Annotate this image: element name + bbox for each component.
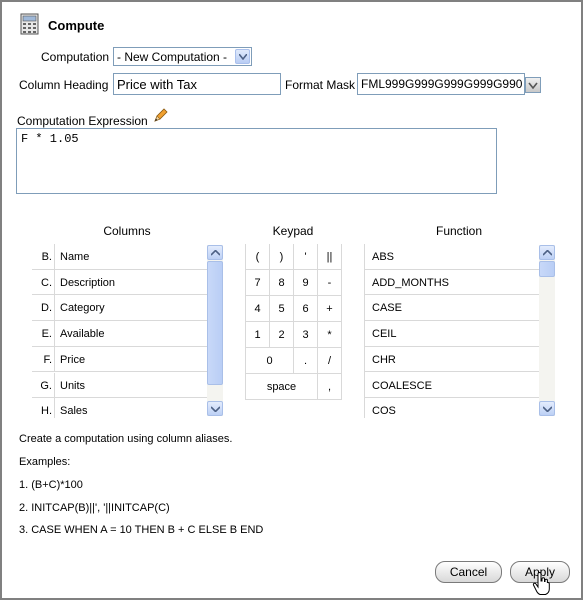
key-space[interactable]: space (246, 374, 318, 400)
computation-expression-label: Computation Expression (17, 114, 148, 128)
column-heading-label: Column Heading (19, 78, 109, 92)
function-header: Function (435, 224, 483, 238)
help-intro: Create a computation using column aliase… (19, 433, 233, 445)
key-4[interactable]: 4 (246, 296, 270, 322)
list-item[interactable]: D. Category (32, 295, 207, 322)
dialog-title: Compute (48, 18, 105, 33)
computation-value: - New Computation - (117, 50, 228, 64)
compute-dialog: Compute Computation - New Computation - … (0, 0, 583, 600)
key-close-paren[interactable]: ) (270, 244, 294, 270)
key-3[interactable]: 3 (294, 322, 318, 348)
computation-expression-textarea[interactable]: F * 1.05 (16, 128, 497, 194)
computation-label: Computation (41, 50, 110, 64)
key-plus[interactable]: + (318, 296, 342, 322)
columns-scrollbar[interactable] (207, 245, 223, 416)
list-item[interactable]: COS (365, 398, 539, 418)
key-divide[interactable]: / (318, 348, 342, 374)
help-example-3: 3. CASE WHEN A = 10 THEN B + C ELSE B EN… (19, 524, 264, 536)
hand-cursor-icon (532, 571, 552, 596)
key-5[interactable]: 5 (270, 296, 294, 322)
list-item[interactable]: G. Units (32, 372, 207, 399)
list-item[interactable]: F. Price (32, 346, 207, 373)
key-multiply[interactable]: * (318, 322, 342, 348)
keypad: ( ) ' || 7 8 9 - 4 5 6 + 1 2 3 * 0 . / s… (245, 244, 342, 400)
list-item[interactable]: ADD_MONTHS (365, 270, 539, 296)
key-concat[interactable]: || (318, 244, 342, 270)
list-item[interactable]: CHR (365, 347, 539, 373)
key-9[interactable]: 9 (294, 270, 318, 296)
format-mask-label: Format Mask (285, 78, 356, 92)
key-6[interactable]: 6 (294, 296, 318, 322)
key-7[interactable]: 7 (246, 270, 270, 296)
scroll-up-icon[interactable] (207, 245, 223, 260)
key-minus[interactable]: - (318, 270, 342, 296)
function-list: ABS ADD_MONTHS CASE CEIL CHR COALESCE CO… (364, 244, 539, 418)
computation-select[interactable]: - New Computation - (113, 47, 252, 66)
help-example-1: 1. (B+C)*100 (19, 479, 83, 491)
scroll-down-icon[interactable] (207, 401, 223, 416)
keypad-header: Keypad (272, 224, 314, 238)
columns-header: Columns (103, 224, 151, 238)
list-item[interactable]: COALESCE (365, 373, 539, 399)
scroll-up-icon[interactable] (539, 245, 555, 260)
help-example-2: 2. INITCAP(B)||', '||INITCAP(C) (19, 502, 170, 514)
list-item[interactable]: CASE (365, 295, 539, 322)
key-dot[interactable]: . (294, 348, 318, 374)
scroll-thumb[interactable] (539, 261, 555, 277)
key-quote[interactable]: ' (294, 244, 318, 270)
key-1[interactable]: 1 (246, 322, 270, 348)
pencil-icon[interactable] (152, 108, 168, 124)
key-2[interactable]: 2 (270, 322, 294, 348)
chevron-down-icon[interactable] (235, 49, 250, 64)
calculator-icon (20, 13, 40, 35)
list-item[interactable]: C. Description (32, 269, 207, 296)
key-comma[interactable]: , (318, 374, 342, 400)
format-mask-dropdown-button[interactable] (525, 77, 541, 93)
list-item[interactable]: ABS (365, 244, 539, 270)
help-examples-label: Examples: (19, 456, 71, 468)
key-open-paren[interactable]: ( (246, 244, 270, 270)
chevron-down-icon (528, 82, 538, 90)
key-8[interactable]: 8 (270, 270, 294, 296)
list-item[interactable]: H. Sales (32, 398, 207, 418)
cancel-button[interactable]: Cancel (435, 561, 502, 583)
format-mask-input[interactable]: FML999G999G999G999G990 (357, 73, 525, 95)
list-item[interactable]: B. Name (32, 244, 207, 270)
scroll-thumb[interactable] (207, 261, 223, 385)
column-heading-input[interactable]: Price with Tax (113, 73, 281, 95)
function-scrollbar[interactable] (539, 245, 555, 416)
key-0[interactable]: 0 (246, 348, 294, 374)
list-item[interactable]: E. Available (32, 321, 207, 347)
scroll-down-icon[interactable] (539, 401, 555, 416)
columns-list: B. Name C. Description D. Category E. Availa… (32, 244, 207, 418)
list-item[interactable]: CEIL (365, 321, 539, 347)
